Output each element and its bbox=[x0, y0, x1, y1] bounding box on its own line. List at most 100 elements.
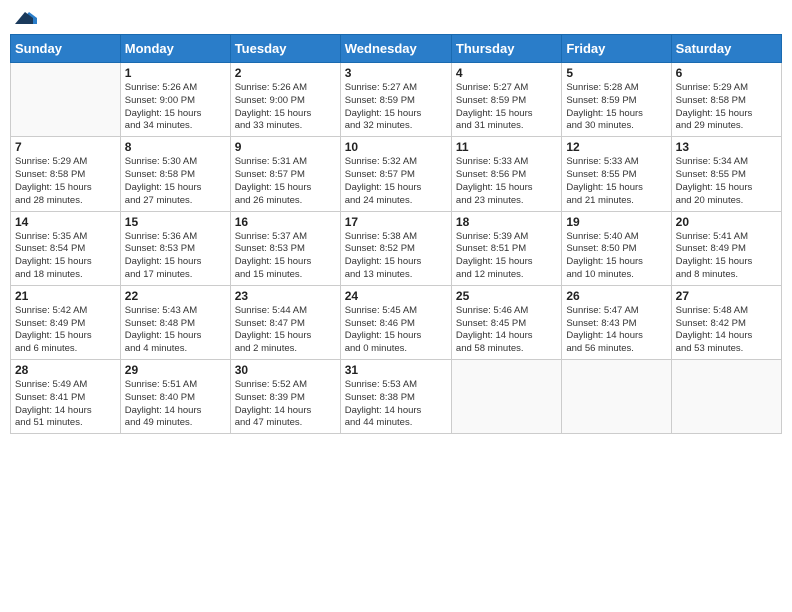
cell-content: Sunrise: 5:29 AM Sunset: 8:58 PM Dayligh… bbox=[15, 156, 116, 207]
calendar-cell-7: 7 Sunrise: 5:29 AM Sunset: 8:58 PM Daylig… bbox=[11, 137, 121, 211]
calendar-cell-23: 23Sunrise: 5:44 AM Sunset: 8:47 PM Dayli… bbox=[230, 285, 340, 359]
day-number: 12 bbox=[566, 140, 666, 154]
cell-content: Sunrise: 5:28 AM Sunset: 8:59 PM Dayligh… bbox=[566, 82, 666, 133]
day-number: 27 bbox=[676, 289, 777, 303]
calendar-cell-25: 25 Sunrise: 5:46 AM Sunset: 8:45 PM Dayli… bbox=[451, 285, 561, 359]
day-header-wednesday: Wednesday bbox=[340, 35, 451, 63]
calendar-cell-3: 3Sunrise: 5:27 AM Sunset: 8:59 PM Daylig… bbox=[340, 63, 451, 137]
day-number: 14 bbox=[15, 215, 116, 229]
day-number: 10 bbox=[345, 140, 447, 154]
calendar-cell-16: 16 Sunrise: 5:37 AM Sunset: 8:53 PM Dayli… bbox=[230, 211, 340, 285]
day-number: 30 bbox=[235, 363, 336, 377]
cell-content: Sunrise: 5:45 AM Sunset: 8:46 PM Dayligh… bbox=[345, 305, 447, 356]
calendar-week-row: 28 Sunrise: 5:49 AM Sunset: 8:41 PM Dayli… bbox=[11, 360, 782, 434]
cell-content: Sunrise: 5:52 AM Sunset: 8:39 PM Dayligh… bbox=[235, 379, 336, 430]
calendar-cell-30: 30 Sunrise: 5:52 AM Sunset: 8:39 PM Dayli… bbox=[230, 360, 340, 434]
calendar-cell-26: 26 Sunrise: 5:47 AM Sunset: 8:43 PM Dayli… bbox=[562, 285, 671, 359]
cell-content: Sunrise: 5:43 AM Sunset: 8:48 PM Dayligh… bbox=[125, 305, 226, 356]
day-number: 18 bbox=[456, 215, 557, 229]
calendar-cell-17: 17Sunrise: 5:38 AM Sunset: 8:52 PM Dayli… bbox=[340, 211, 451, 285]
calendar-cell-empty bbox=[562, 360, 671, 434]
day-number: 11 bbox=[456, 140, 557, 154]
day-number: 24 bbox=[345, 289, 447, 303]
day-number: 5 bbox=[566, 66, 666, 80]
calendar-cell-21: 21 Sunrise: 5:42 AM Sunset: 8:49 PM Dayli… bbox=[11, 285, 121, 359]
cell-content: Sunrise: 5:48 AM Sunset: 8:42 PM Dayligh… bbox=[676, 305, 777, 356]
cell-content: Sunrise: 5:26 AM Sunset: 9:00 PM Dayligh… bbox=[235, 82, 336, 133]
cell-content: Sunrise: 5:27 AM Sunset: 8:59 PM Dayligh… bbox=[456, 82, 557, 133]
day-header-monday: Monday bbox=[120, 35, 230, 63]
cell-content: Sunrise: 5:39 AM Sunset: 8:51 PM Dayligh… bbox=[456, 231, 557, 282]
cell-content: Sunrise: 5:34 AM Sunset: 8:55 PM Dayligh… bbox=[676, 156, 777, 207]
calendar-cell-14: 14 Sunrise: 5:35 AM Sunset: 8:54 PM Dayli… bbox=[11, 211, 121, 285]
cell-content: Sunrise: 5:53 AM Sunset: 8:38 PM Dayligh… bbox=[345, 379, 447, 430]
cell-content: Sunrise: 5:26 AM Sunset: 9:00 PM Dayligh… bbox=[125, 82, 226, 133]
calendar-cell-31: 31 Sunrise: 5:53 AM Sunset: 8:38 PM Dayli… bbox=[340, 360, 451, 434]
calendar-cell-empty bbox=[451, 360, 561, 434]
calendar-cell-10: 10 Sunrise: 5:32 AM Sunset: 8:57 PM Dayli… bbox=[340, 137, 451, 211]
day-header-saturday: Saturday bbox=[671, 35, 781, 63]
calendar-cell-12: 12 Sunrise: 5:33 AM Sunset: 8:55 PM Dayli… bbox=[562, 137, 671, 211]
day-number: 7 bbox=[15, 140, 116, 154]
calendar-cell-2: 2 Sunrise: 5:26 AM Sunset: 9:00 PM Daylig… bbox=[230, 63, 340, 137]
cell-content: Sunrise: 5:44 AM Sunset: 8:47 PM Dayligh… bbox=[235, 305, 336, 356]
calendar-cell-28: 28 Sunrise: 5:49 AM Sunset: 8:41 PM Dayli… bbox=[11, 360, 121, 434]
calendar-cell-5: 5 Sunrise: 5:28 AM Sunset: 8:59 PM Daylig… bbox=[562, 63, 671, 137]
calendar-header-row: SundayMondayTuesdayWednesdayThursdayFrid… bbox=[11, 35, 782, 63]
calendar-cell-4: 4 Sunrise: 5:27 AM Sunset: 8:59 PM Daylig… bbox=[451, 63, 561, 137]
calendar-table: SundayMondayTuesdayWednesdayThursdayFrid… bbox=[10, 34, 782, 434]
day-number: 6 bbox=[676, 66, 777, 80]
cell-content: Sunrise: 5:49 AM Sunset: 8:41 PM Dayligh… bbox=[15, 379, 116, 430]
cell-content: Sunrise: 5:42 AM Sunset: 8:49 PM Dayligh… bbox=[15, 305, 116, 356]
day-number: 15 bbox=[125, 215, 226, 229]
day-number: 17 bbox=[345, 215, 447, 229]
cell-content: Sunrise: 5:31 AM Sunset: 8:57 PM Dayligh… bbox=[235, 156, 336, 207]
day-number: 16 bbox=[235, 215, 336, 229]
cell-content: Sunrise: 5:47 AM Sunset: 8:43 PM Dayligh… bbox=[566, 305, 666, 356]
calendar-cell-15: 15Sunrise: 5:36 AM Sunset: 8:53 PM Dayli… bbox=[120, 211, 230, 285]
day-number: 22 bbox=[125, 289, 226, 303]
cell-content: Sunrise: 5:51 AM Sunset: 8:40 PM Dayligh… bbox=[125, 379, 226, 430]
cell-content: Sunrise: 5:33 AM Sunset: 8:56 PM Dayligh… bbox=[456, 156, 557, 207]
calendar-cell-24: 24 Sunrise: 5:45 AM Sunset: 8:46 PM Dayli… bbox=[340, 285, 451, 359]
cell-content: Sunrise: 5:35 AM Sunset: 8:54 PM Dayligh… bbox=[15, 231, 116, 282]
calendar-cell-20: 20Sunrise: 5:41 AM Sunset: 8:49 PM Dayli… bbox=[671, 211, 781, 285]
calendar-week-row: 21 Sunrise: 5:42 AM Sunset: 8:49 PM Dayli… bbox=[11, 285, 782, 359]
day-number: 13 bbox=[676, 140, 777, 154]
calendar-cell-empty bbox=[11, 63, 121, 137]
day-number: 20 bbox=[676, 215, 777, 229]
calendar-week-row: 7 Sunrise: 5:29 AM Sunset: 8:58 PM Daylig… bbox=[11, 137, 782, 211]
calendar-cell-9: 9 Sunrise: 5:31 AM Sunset: 8:57 PM Daylig… bbox=[230, 137, 340, 211]
day-number: 31 bbox=[345, 363, 447, 377]
cell-content: Sunrise: 5:33 AM Sunset: 8:55 PM Dayligh… bbox=[566, 156, 666, 207]
calendar-cell-8: 8Sunrise: 5:30 AM Sunset: 8:58 PM Daylig… bbox=[120, 137, 230, 211]
calendar-cell-1: 1 Sunrise: 5:26 AM Sunset: 9:00 PM Daylig… bbox=[120, 63, 230, 137]
day-number: 21 bbox=[15, 289, 116, 303]
cell-content: Sunrise: 5:37 AM Sunset: 8:53 PM Dayligh… bbox=[235, 231, 336, 282]
page-header bbox=[10, 10, 782, 26]
logo-icon bbox=[15, 8, 37, 26]
cell-content: Sunrise: 5:29 AM Sunset: 8:58 PM Dayligh… bbox=[676, 82, 777, 133]
day-number: 1 bbox=[125, 66, 226, 80]
calendar-cell-13: 13 Sunrise: 5:34 AM Sunset: 8:55 PM Dayli… bbox=[671, 137, 781, 211]
day-number: 25 bbox=[456, 289, 557, 303]
calendar-cell-22: 22 Sunrise: 5:43 AM Sunset: 8:48 PM Dayli… bbox=[120, 285, 230, 359]
day-number: 19 bbox=[566, 215, 666, 229]
cell-content: Sunrise: 5:46 AM Sunset: 8:45 PM Dayligh… bbox=[456, 305, 557, 356]
calendar-week-row: 1 Sunrise: 5:26 AM Sunset: 9:00 PM Daylig… bbox=[11, 63, 782, 137]
calendar-cell-27: 27 Sunrise: 5:48 AM Sunset: 8:42 PM Dayli… bbox=[671, 285, 781, 359]
day-number: 29 bbox=[125, 363, 226, 377]
day-number: 2 bbox=[235, 66, 336, 80]
day-header-tuesday: Tuesday bbox=[230, 35, 340, 63]
calendar-cell-29: 29 Sunrise: 5:51 AM Sunset: 8:40 PM Dayli… bbox=[120, 360, 230, 434]
calendar-cell-empty bbox=[671, 360, 781, 434]
day-number: 28 bbox=[15, 363, 116, 377]
cell-content: Sunrise: 5:40 AM Sunset: 8:50 PM Dayligh… bbox=[566, 231, 666, 282]
cell-content: Sunrise: 5:32 AM Sunset: 8:57 PM Dayligh… bbox=[345, 156, 447, 207]
calendar-cell-19: 19 Sunrise: 5:40 AM Sunset: 8:50 PM Dayli… bbox=[562, 211, 671, 285]
day-number: 4 bbox=[456, 66, 557, 80]
day-number: 26 bbox=[566, 289, 666, 303]
day-number: 9 bbox=[235, 140, 336, 154]
calendar-cell-18: 18 Sunrise: 5:39 AM Sunset: 8:51 PM Dayli… bbox=[451, 211, 561, 285]
day-number: 8 bbox=[125, 140, 226, 154]
